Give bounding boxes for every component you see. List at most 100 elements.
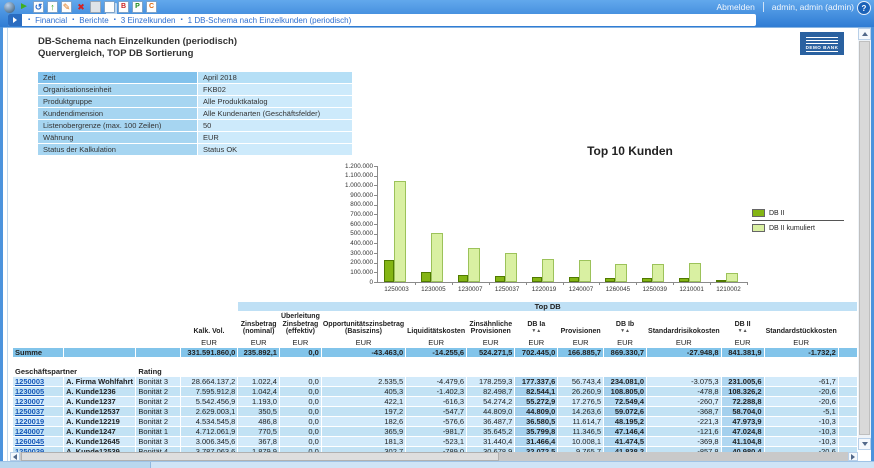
breadcrumb-separator-icon: ▪ — [181, 17, 183, 23]
breadcrumb-item[interactable]: 1 DB-Schema nach Einzelkunden (periodisc… — [188, 16, 352, 25]
breadcrumb-item[interactable]: Financial — [35, 16, 67, 25]
horizontal-scrollbar[interactable] — [10, 452, 858, 461]
upload-icon[interactable] — [47, 1, 58, 13]
edit-icon[interactable] — [61, 1, 72, 13]
value-cell: 108.326,2 — [722, 387, 764, 396]
value-cell: 1.042,4 — [238, 387, 279, 396]
column-header: Zinsbetrag (nominal) — [238, 312, 279, 337]
parameter-row: WährungEUR — [38, 132, 352, 143]
header-spacer — [136, 312, 179, 337]
scroll-right-icon[interactable] — [848, 452, 858, 461]
value-cell: 405,3 — [322, 387, 405, 396]
x-axis-tick — [415, 282, 416, 285]
bar-db2 — [569, 277, 579, 282]
value-cell: 0,0 — [280, 377, 321, 386]
partner-id-link[interactable]: 1260045 — [15, 437, 44, 446]
current-user-label[interactable]: admin, admin (admin) — [772, 2, 854, 12]
unit-label: EUR — [765, 338, 838, 347]
tools-icon[interactable] — [33, 1, 44, 13]
scroll-up-icon[interactable] — [858, 28, 871, 40]
summe-value: 331.591.860,0 — [181, 348, 238, 357]
value-cell: -260,7 — [647, 397, 721, 406]
bar-db2-kumuliert — [726, 273, 738, 282]
partner-id-link[interactable]: 1220019 — [15, 417, 44, 426]
export-csv-icon[interactable] — [146, 1, 157, 13]
session-area: Abmelden admin, admin (admin) — [717, 1, 854, 13]
parameter-value: Status OK — [198, 144, 352, 155]
value-cell: 44.809,0 — [515, 407, 557, 416]
y-axis-tick — [374, 166, 377, 167]
bar-group — [452, 166, 489, 282]
partner-id-cell: 1250003 — [13, 377, 63, 386]
y-axis-tick — [374, 243, 377, 244]
logout-link[interactable]: Abmelden — [717, 2, 755, 12]
column-header[interactable]: DB II▼▲ — [722, 312, 764, 337]
export-pdf-icon[interactable] — [118, 1, 129, 13]
y-axis-tick-label: 600.000 — [340, 221, 373, 228]
partner-name-cell: A. Firma Wohlfahrt — [64, 377, 135, 386]
rating-cell: Bonität 3 — [136, 437, 179, 446]
value-cell: 3.006.345,6 — [181, 437, 238, 446]
partner-id-cell: 1250037 — [13, 407, 63, 416]
sort-icon[interactable]: ▼▲ — [723, 328, 763, 336]
value-cell: -1.402,3 — [406, 387, 466, 396]
export-excel-icon[interactable] — [132, 1, 143, 13]
eur-spacer — [136, 338, 179, 347]
parameter-label: Organisationseinheit — [38, 84, 197, 95]
value-cell: 4.534.545,8 — [181, 417, 238, 426]
value-cell: 11.614,7 — [558, 417, 603, 426]
help-icon[interactable]: ? — [857, 1, 871, 15]
vertical-scrollbar[interactable] — [858, 28, 871, 450]
bar-group — [599, 166, 636, 282]
sort-icon[interactable]: ▼▲ — [516, 328, 556, 336]
value-cell: -121,6 — [647, 427, 721, 436]
summe-value: 524.271,5 — [467, 348, 514, 357]
value-cell: 31.466,4 — [515, 437, 557, 446]
y-axis-tick — [374, 205, 377, 206]
value-cell: -20,6 — [765, 397, 838, 406]
unit-label: EUR — [467, 338, 514, 347]
partner-id-cell: 1260045 — [13, 437, 63, 446]
y-axis-tick — [374, 234, 377, 235]
parameter-row: OrganisationseinheitFKB02 — [38, 84, 352, 95]
column-header[interactable]: DB Ib▼▲ — [604, 312, 646, 337]
app-icon[interactable] — [4, 2, 15, 13]
table-row: 1250037A. Kunde12537Bonität 32.629.003,1… — [13, 407, 857, 416]
vertical-scrollbar-thumb[interactable] — [859, 41, 870, 435]
parameter-row: Status der KalkulationStatus OK — [38, 144, 352, 155]
parameter-label: Status der Kalkulation — [38, 144, 197, 155]
run-icon[interactable] — [18, 2, 30, 13]
column-header[interactable]: DB Ia▼▲ — [515, 312, 557, 337]
breadcrumb-separator-icon: ▪ — [28, 17, 30, 23]
bar-db2-kumuliert — [542, 259, 554, 282]
view-icon[interactable] — [90, 1, 101, 13]
partner-name-cell: A. Kunde12219 — [64, 417, 135, 426]
value-cell: 26.260,9 — [558, 387, 603, 396]
legend-label: DB II — [769, 210, 785, 217]
horizontal-scrollbar-thumb[interactable] — [21, 452, 499, 461]
delete-icon[interactable] — [75, 2, 87, 13]
partner-id-link[interactable]: 1240007 — [15, 427, 44, 436]
summe-spacer — [64, 348, 135, 357]
breadcrumb-item[interactable]: Berichte — [79, 16, 108, 25]
partner-id-link[interactable]: 1230005 — [15, 387, 44, 396]
unit-label: EUR — [515, 338, 557, 347]
y-axis-tick-label: 500.000 — [340, 230, 373, 237]
value-cell: 59.072,6 — [604, 407, 646, 416]
value-cell: 2.535,5 — [322, 377, 405, 386]
scroll-down-icon[interactable] — [858, 438, 871, 450]
copy-icon[interactable] — [104, 1, 115, 13]
partner-id-link[interactable]: 1250037 — [15, 407, 44, 416]
value-cell: -10,3 — [765, 427, 838, 436]
breadcrumb-item[interactable]: 3 Einzelkunden — [121, 16, 176, 25]
partner-name-cell: A. Kunde12645 — [64, 437, 135, 446]
value-cell: 365,9 — [322, 427, 405, 436]
scroll-left-icon[interactable] — [10, 452, 20, 461]
sidebar-toggle-icon[interactable] — [8, 14, 22, 26]
sort-icon[interactable]: ▼▲ — [605, 328, 645, 336]
value-cell: 47.024,8 — [722, 427, 764, 436]
partner-id-link[interactable]: 1250003 — [15, 377, 44, 386]
partner-id-link[interactable]: 1230007 — [15, 397, 44, 406]
x-axis-tick — [636, 282, 637, 285]
value-cell: 770,5 — [238, 427, 279, 436]
